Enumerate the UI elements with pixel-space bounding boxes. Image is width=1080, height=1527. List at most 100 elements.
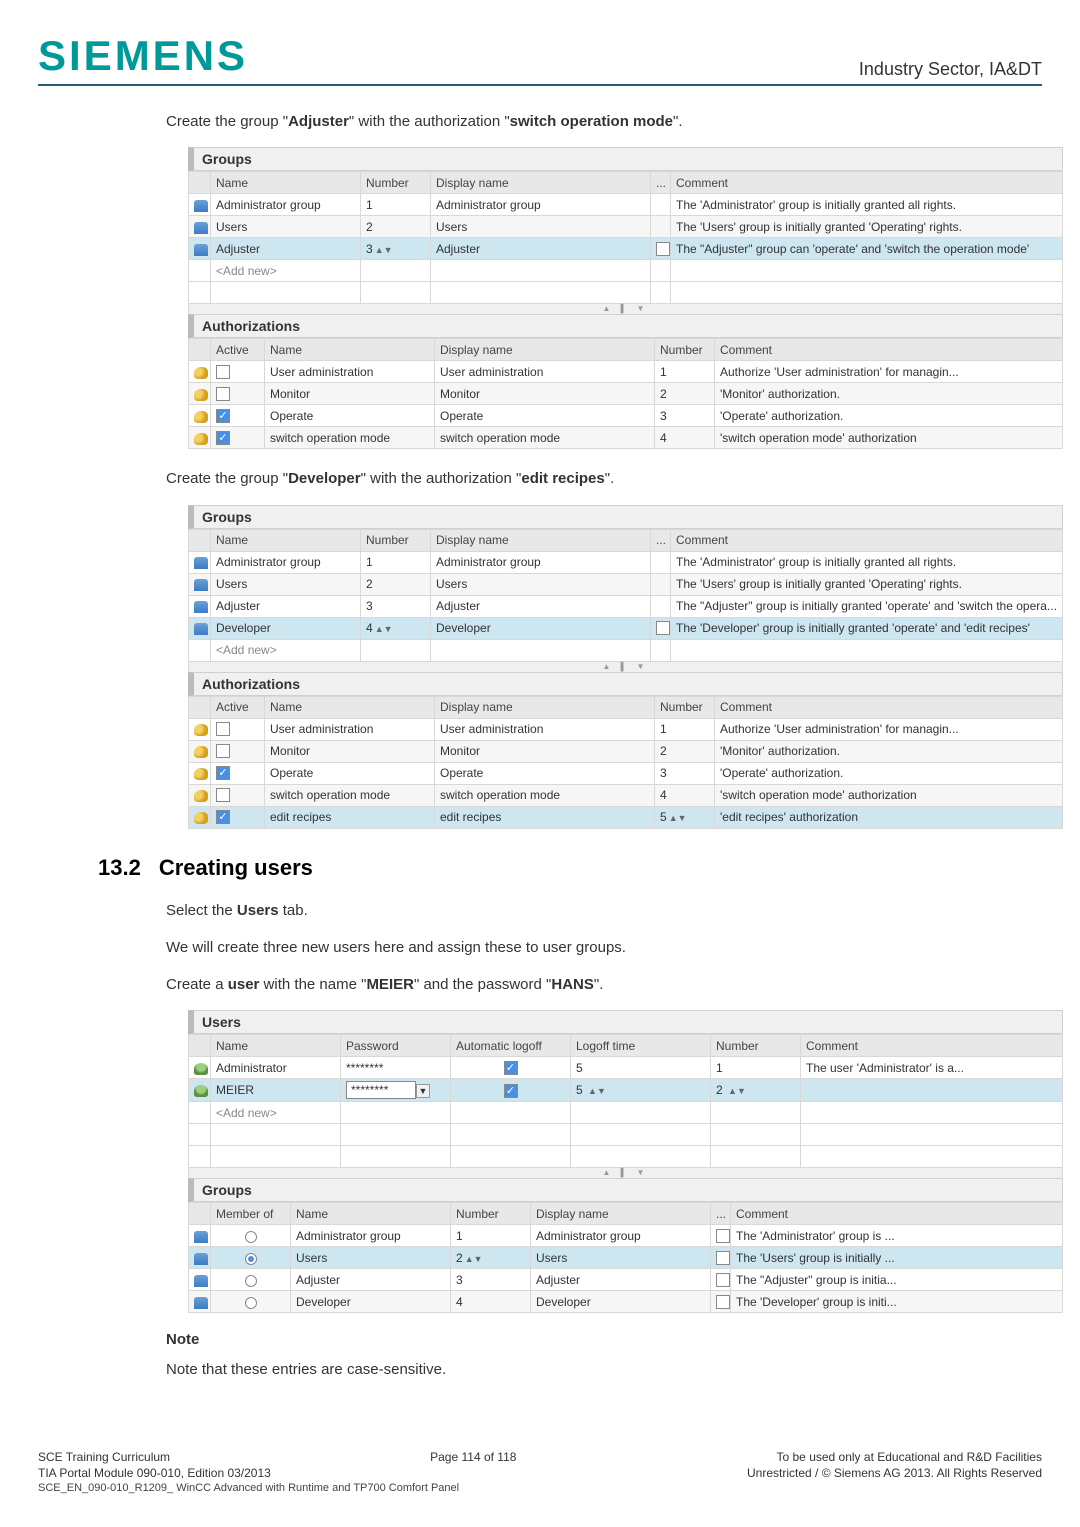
group-icon xyxy=(194,1297,208,1309)
checkbox-icon[interactable] xyxy=(716,1251,730,1265)
checkbox-icon[interactable] xyxy=(716,1273,730,1287)
checkbox-icon[interactable] xyxy=(716,1229,730,1243)
spinner-icon[interactable]: ▲▼ xyxy=(375,624,393,634)
col-name[interactable]: Name xyxy=(265,339,435,361)
splitter-grip[interactable]: ▲ ▌ ▼ xyxy=(188,662,1063,672)
checkbox-checked-icon[interactable]: ✓ xyxy=(216,409,230,423)
table-row[interactable]: Administrator********✓51The user 'Admini… xyxy=(189,1057,1063,1079)
password-field[interactable]: ******** xyxy=(346,1081,416,1099)
splitter-grip[interactable]: ▲ ▌ ▼ xyxy=(188,304,1063,314)
spinner-icon[interactable]: ▲▼ xyxy=(588,1086,606,1096)
table-row[interactable]: ✓switch operation modeswitch operation m… xyxy=(189,427,1063,449)
checkbox-checked-icon[interactable]: ✓ xyxy=(504,1061,518,1075)
col-name[interactable]: Name xyxy=(211,1035,341,1057)
table-row-selected[interactable]: Adjuster3▲▼AdjusterThe "Adjuster" group … xyxy=(189,238,1063,260)
checkbox-icon[interactable] xyxy=(216,387,230,401)
cell[interactable]: 5 xyxy=(660,810,667,824)
checkbox-icon[interactable] xyxy=(216,722,230,736)
section-heading: 13.2Creating users xyxy=(98,855,1042,881)
col-logoff-time[interactable]: Logoff time xyxy=(571,1035,711,1057)
col-active[interactable]: Active xyxy=(211,696,265,718)
radio-icon[interactable] xyxy=(245,1297,257,1309)
col-number[interactable]: Number xyxy=(655,339,715,361)
checkbox-icon[interactable] xyxy=(216,365,230,379)
add-new-row[interactable]: <Add new> xyxy=(189,260,1063,282)
col-name[interactable]: Name xyxy=(291,1203,451,1225)
col-display[interactable]: Display name xyxy=(431,172,651,194)
col-comment[interactable]: Comment xyxy=(731,1203,1063,1225)
col-name[interactable]: Name xyxy=(265,696,435,718)
col-display[interactable]: Display name xyxy=(435,696,655,718)
spinner-icon[interactable]: ▲▼ xyxy=(669,813,687,823)
table-row-selected[interactable]: Users2▲▼UsersThe 'Users' group is initia… xyxy=(189,1247,1063,1269)
col-comment[interactable]: Comment xyxy=(715,339,1063,361)
splitter-grip[interactable]: ▲ ▌ ▼ xyxy=(188,1168,1063,1178)
dropdown-icon[interactable]: ▼ xyxy=(416,1084,430,1098)
table-row-selected[interactable]: MEIER********▼✓5 ▲▼2 ▲▼ xyxy=(189,1079,1063,1102)
col-comment[interactable]: Comment xyxy=(671,529,1063,551)
table-row[interactable]: ✓OperateOperate3'Operate' authorization. xyxy=(189,405,1063,427)
checkbox-icon[interactable] xyxy=(656,242,670,256)
col-display[interactable]: Display name xyxy=(435,339,655,361)
add-new-row[interactable]: <Add new> xyxy=(189,1102,1063,1124)
table-row[interactable]: User administrationUser administration1A… xyxy=(189,718,1063,740)
table-row[interactable]: ✓OperateOperate3'Operate' authorization. xyxy=(189,762,1063,784)
add-new-row[interactable]: <Add new> xyxy=(189,639,1063,661)
checkbox-checked-icon[interactable]: ✓ xyxy=(216,766,230,780)
col-display[interactable]: Display name xyxy=(431,529,651,551)
table-row[interactable]: Administrator group1Administrator groupT… xyxy=(189,1225,1063,1247)
table-row[interactable]: Adjuster3AdjusterThe "Adjuster" group is… xyxy=(189,595,1063,617)
cell[interactable]: 2 xyxy=(716,1083,723,1097)
cell: Operate xyxy=(435,405,655,427)
radio-checked-icon[interactable] xyxy=(245,1253,257,1265)
spinner-icon[interactable]: ▲▼ xyxy=(728,1086,746,1096)
table-row[interactable]: Developer4DeveloperThe 'Developer' group… xyxy=(189,1291,1063,1313)
table-row[interactable]: Users2UsersThe 'Users' group is initiall… xyxy=(189,216,1063,238)
key-icon xyxy=(194,367,208,379)
table-row[interactable]: MonitorMonitor2'Monitor' authorization. xyxy=(189,740,1063,762)
col-auto-logoff[interactable]: Automatic logoff xyxy=(451,1035,571,1057)
checkbox-icon[interactable] xyxy=(216,744,230,758)
cell: 'switch operation mode' authorization xyxy=(715,427,1063,449)
col-dots[interactable]: ... xyxy=(651,529,671,551)
table-row-selected[interactable]: ✓edit recipesedit recipes5▲▼'edit recipe… xyxy=(189,806,1063,828)
radio-icon[interactable] xyxy=(245,1231,257,1243)
table-row-selected[interactable]: Developer4▲▼DeveloperThe 'Developer' gro… xyxy=(189,617,1063,639)
col-active[interactable]: Active xyxy=(211,339,265,361)
radio-icon[interactable] xyxy=(245,1275,257,1287)
checkbox-icon[interactable] xyxy=(716,1295,730,1309)
checkbox-checked-icon[interactable]: ✓ xyxy=(504,1084,518,1098)
table-row[interactable]: MonitorMonitor2'Monitor' authorization. xyxy=(189,383,1063,405)
col-number[interactable]: Number xyxy=(361,172,431,194)
col-number[interactable]: Number xyxy=(655,696,715,718)
col-password[interactable]: Password xyxy=(341,1035,451,1057)
checkbox-icon[interactable] xyxy=(656,621,670,635)
checkbox-checked-icon[interactable]: ✓ xyxy=(216,810,230,824)
spinner-icon[interactable]: ▲▼ xyxy=(465,1254,483,1264)
col-number[interactable]: Number xyxy=(451,1203,531,1225)
col-number[interactable]: Number xyxy=(361,529,431,551)
table-row[interactable]: Administrator group1Administrator groupT… xyxy=(189,551,1063,573)
col-dots[interactable]: ... xyxy=(651,172,671,194)
spinner-icon[interactable]: ▲▼ xyxy=(375,245,393,255)
checkbox-icon[interactable] xyxy=(216,788,230,802)
cell[interactable]: 4 xyxy=(366,621,373,635)
col-number[interactable]: Number xyxy=(711,1035,801,1057)
col-display[interactable]: Display name xyxy=(531,1203,711,1225)
table-row[interactable]: Adjuster3AdjusterThe "Adjuster" group is… xyxy=(189,1269,1063,1291)
col-comment[interactable]: Comment xyxy=(671,172,1063,194)
col-dots[interactable]: ... xyxy=(711,1203,731,1225)
col-comment[interactable]: Comment xyxy=(801,1035,1063,1057)
table-row[interactable]: switch operation modeswitch operation mo… xyxy=(189,784,1063,806)
table-row[interactable]: User administrationUser administration1A… xyxy=(189,361,1063,383)
cell[interactable]: 2 xyxy=(456,1251,463,1265)
col-name[interactable]: Name xyxy=(211,529,361,551)
checkbox-checked-icon[interactable]: ✓ xyxy=(216,431,230,445)
table-row[interactable]: Administrator group1Administrator groupT… xyxy=(189,194,1063,216)
col-comment[interactable]: Comment xyxy=(715,696,1063,718)
col-member[interactable]: Member of xyxy=(211,1203,291,1225)
cell[interactable]: 3 xyxy=(366,242,373,256)
table-row[interactable]: Users2UsersThe 'Users' group is initiall… xyxy=(189,573,1063,595)
cell[interactable]: 5 xyxy=(576,1083,583,1097)
col-name[interactable]: Name xyxy=(211,172,361,194)
